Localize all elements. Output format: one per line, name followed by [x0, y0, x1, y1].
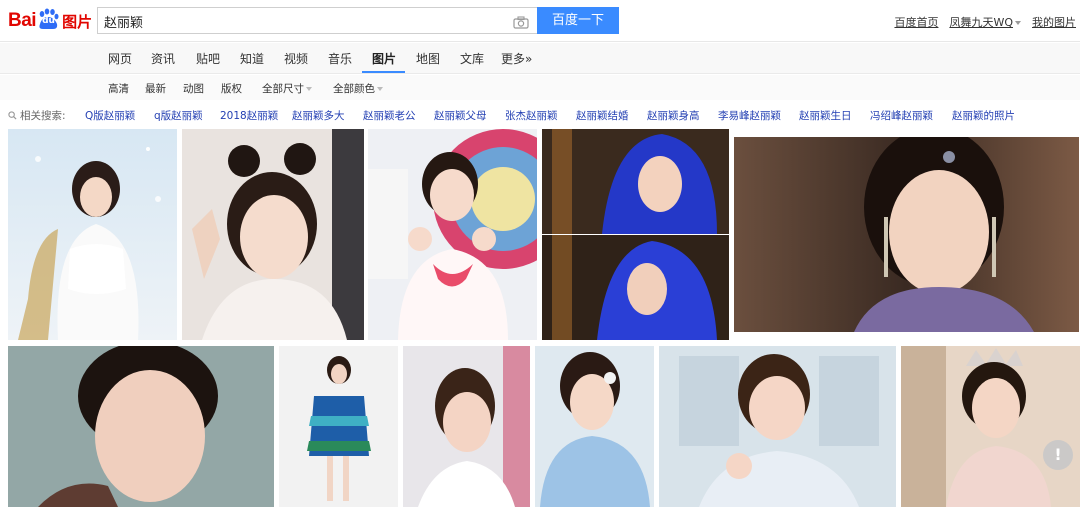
filter-hd[interactable]: 高清: [108, 81, 129, 96]
image-result[interactable]: [542, 129, 729, 340]
nav-item-video[interactable]: 视频: [284, 50, 308, 67]
image-result[interactable]: [182, 129, 364, 340]
related-link[interactable]: 赵丽颖多大: [292, 108, 345, 123]
nav-item-images[interactable]: 图片: [372, 50, 396, 67]
image-result[interactable]: [8, 346, 274, 507]
image-result[interactable]: [535, 346, 654, 507]
related-link[interactable]: 冯绍峰赵丽颖: [870, 108, 933, 123]
image-result[interactable]: [279, 346, 398, 507]
related-link[interactable]: Q版赵丽颖: [85, 108, 135, 123]
search-input[interactable]: 赵丽颖: [104, 12, 143, 31]
baidu-paw-icon: du: [37, 8, 59, 30]
image-result[interactable]: [659, 346, 896, 507]
related-searches-label: 相关搜索:: [8, 108, 66, 123]
image-result[interactable]: [8, 129, 177, 340]
baidu-home-link[interactable]: 百度首页: [894, 14, 938, 30]
related-link[interactable]: 张杰赵丽颖: [505, 108, 558, 123]
chevron-down-icon: [306, 87, 312, 91]
my-images-link[interactable]: 我的图片: [1032, 14, 1076, 30]
nav-bar: 网页 资讯 贴吧 知道 视频 音乐 图片 地图 文库 更多»: [0, 43, 1080, 74]
filter-copyright[interactable]: 版权: [221, 81, 242, 96]
search-box[interactable]: 赵丽颖: [97, 7, 537, 34]
image-result[interactable]: [403, 346, 530, 507]
related-label-text: 相关搜索:: [20, 110, 66, 122]
filter-animated[interactable]: 动图: [183, 81, 204, 96]
filter-size-label: 全部尺寸: [262, 83, 304, 95]
nav-item-wenku[interactable]: 文库: [460, 50, 484, 67]
active-tab-indicator: [362, 71, 405, 73]
filter-size-dropdown[interactable]: 全部尺寸: [262, 81, 312, 96]
search-icon: [8, 111, 17, 120]
nav-item-music[interactable]: 音乐: [328, 50, 352, 67]
nav-item-map[interactable]: 地图: [416, 50, 440, 67]
related-link[interactable]: 2018赵丽颖: [220, 108, 278, 123]
related-link[interactable]: 赵丽颖身高: [647, 108, 700, 123]
related-link[interactable]: 赵丽颖父母: [434, 108, 487, 123]
image-result[interactable]: [901, 346, 1080, 507]
image-result[interactable]: [368, 129, 537, 340]
nav-item-zhidao[interactable]: 知道: [240, 50, 264, 67]
logo-bai: Bai: [8, 10, 37, 31]
user-name: 凤舞九天WQ: [949, 16, 1013, 29]
nav-item-web[interactable]: 网页: [108, 50, 132, 67]
logo-images-text: 图片: [62, 12, 93, 31]
camera-icon[interactable]: [513, 14, 529, 29]
related-link[interactable]: 赵丽颖生日: [799, 108, 852, 123]
help-icon[interactable]: !: [1043, 440, 1073, 470]
nav-item-tieba[interactable]: 贴吧: [196, 50, 220, 67]
nav-item-news[interactable]: 资讯: [151, 50, 175, 67]
filter-color-dropdown[interactable]: 全部颜色: [333, 81, 383, 96]
image-result[interactable]: [734, 137, 1079, 332]
top-bar: Bai du 图片 赵丽颖 百度一下 百度首页 凤舞九天WQ 我的图片: [0, 0, 1080, 42]
filter-latest[interactable]: 最新: [145, 81, 166, 96]
baidu-images-logo[interactable]: Bai du 图片: [8, 6, 92, 36]
related-link[interactable]: 赵丽颖结婚: [576, 108, 629, 123]
related-link[interactable]: 赵丽颖老公: [363, 108, 416, 123]
logo-du: du: [42, 16, 55, 26]
nav-item-more[interactable]: 更多»: [501, 50, 532, 67]
filter-color-label: 全部颜色: [333, 83, 375, 95]
chevron-down-icon: [377, 87, 383, 91]
related-link[interactable]: 赵丽颖的照片: [952, 108, 1015, 123]
header-links: 百度首页 凤舞九天WQ 我的图片: [894, 14, 1076, 30]
search-button[interactable]: 百度一下: [537, 7, 619, 34]
related-link[interactable]: q版赵丽颖: [154, 108, 203, 123]
related-searches: 相关搜索: Q版赵丽颖 q版赵丽颖 2018赵丽颖 赵丽颖多大 赵丽颖老公 赵丽…: [0, 102, 1080, 126]
related-link[interactable]: 李易峰赵丽颖: [718, 108, 781, 123]
chevron-down-icon: [1015, 21, 1021, 25]
user-menu[interactable]: 凤舞九天WQ: [949, 14, 1021, 30]
filter-bar: 高清 最新 动图 版权 全部尺寸 全部颜色: [0, 75, 1080, 100]
